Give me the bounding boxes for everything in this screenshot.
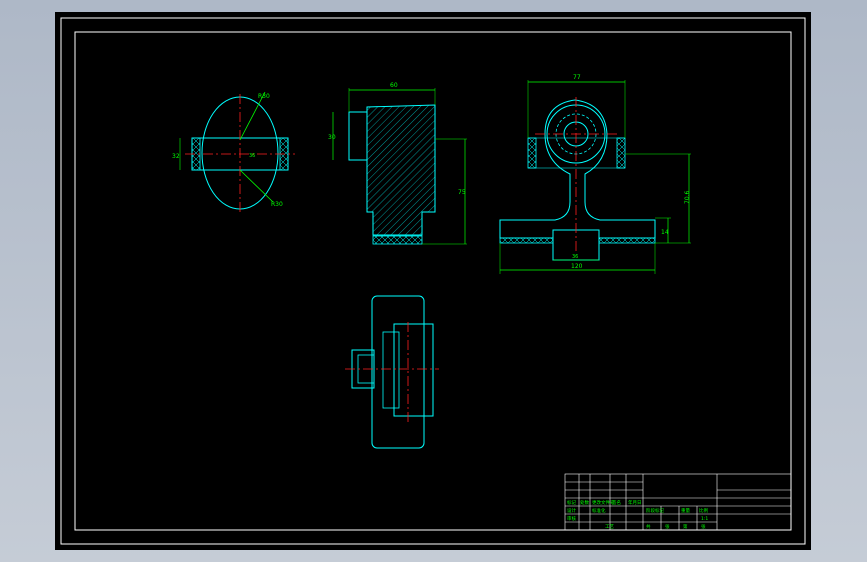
tb-label-standard: 标准化	[592, 507, 606, 514]
tb-label-count: 处数	[580, 499, 589, 506]
dim-radius-bottom: R30	[271, 201, 283, 208]
dim-height-left: 30	[328, 134, 336, 141]
view-section: 60 30 75	[328, 82, 467, 245]
view-left-ellipse: R30 R30 32 36	[172, 91, 295, 214]
tb-label-design: 设计	[567, 507, 576, 514]
tb-sheet-unit-2: 张	[701, 523, 706, 530]
tb-label-review: 审核	[567, 515, 576, 522]
tb-label-sign: 签名	[612, 499, 621, 506]
drawing-canvas: R30 R30 32 36 60 30 75 77 120 36 70.6 14…	[60, 17, 806, 545]
tb-label-process: 工艺	[605, 524, 614, 530]
title-block-text: 标记 处数 更改文件号 签名 年月日 设计 标准化 阶段标记 重量 比例 1:1…	[567, 499, 708, 530]
tb-label-scale: 比例	[699, 507, 708, 514]
cad-drawing-viewport[interactable]: R30 R30 32 36 60 30 75 77 120 36 70.6 14…	[55, 12, 811, 550]
dim-base-width: 120	[571, 263, 583, 270]
tb-sheet-no: 第	[683, 523, 688, 530]
view-top	[345, 295, 439, 449]
tb-scale-value: 1:1	[701, 516, 708, 522]
tb-label-weight: 重量	[681, 507, 690, 514]
dim-top-width-left: 60	[390, 82, 398, 89]
dim-base-height: 14	[661, 229, 669, 236]
tb-label-date: 年月日	[628, 499, 642, 506]
tb-sheet-unit-1: 张	[665, 523, 670, 530]
dim-neck-width: 36	[572, 254, 578, 260]
dim-height-right: 75	[458, 189, 466, 196]
tb-label-stage: 阶段标记	[646, 507, 664, 514]
dim-side-height: 32	[172, 153, 180, 160]
dim-bore: 36	[249, 153, 255, 159]
tb-sheet-total: 共	[646, 523, 651, 530]
dim-top-width-right: 77	[573, 74, 581, 81]
view-front: 77 120 36 70.6 14	[499, 74, 691, 274]
dim-radius-top: R30	[258, 93, 270, 100]
tb-label-mark: 标记	[567, 499, 576, 506]
dim-total-height: 70.6	[684, 190, 691, 204]
outer-frame	[60, 17, 806, 545]
